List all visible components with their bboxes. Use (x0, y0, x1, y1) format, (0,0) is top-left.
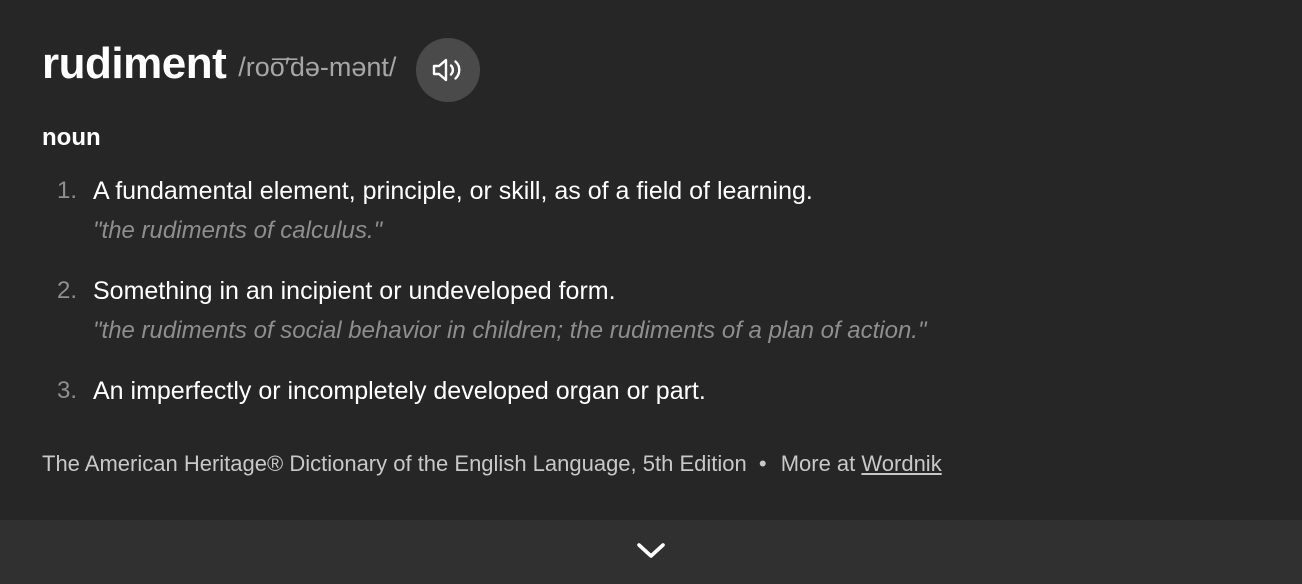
source-dictionary: The American Heritage® Dictionary of the… (42, 451, 747, 476)
headword: rudiment (42, 39, 227, 88)
definition-example: "the rudiments of calculus." (93, 217, 383, 244)
definition-number: 3. (57, 377, 78, 404)
speaker-icon (431, 55, 465, 85)
definition-body: Something in an incipient or undeveloped… (93, 274, 1192, 374)
definition-number: 1. (57, 177, 78, 204)
definition-body: A fundamental element, principle, or ski… (93, 174, 1192, 274)
wordnik-link[interactable]: Wordnik (861, 451, 941, 476)
pronunciation: /roo͞′də-mənt/ (238, 51, 397, 82)
definition-body: An imperfectly or incompletely developed… (93, 374, 1192, 408)
definition-text: A fundamental element, principle, or ski… (93, 177, 813, 205)
source-attribution: The American Heritage® Dictionary of the… (42, 448, 942, 480)
dictionary-card: rudiment /roo͞′də-mənt/ noun 1. A fundam… (0, 0, 1302, 584)
definition-item: 2. Something in an incipient or undevelo… (42, 274, 1192, 374)
definition-list: 1. A fundamental element, principle, or … (42, 174, 1192, 426)
definition-item: 1. A fundamental element, principle, or … (42, 174, 1192, 274)
more-at-label: More at (780, 451, 856, 476)
definition-text: Something in an incipient or undeveloped… (93, 277, 616, 305)
source-separator: • (758, 451, 767, 476)
definition-example: "the rudiments of social behavior in chi… (93, 317, 927, 344)
expand-bar[interactable] (0, 520, 1302, 584)
definition-number: 2. (57, 277, 78, 304)
part-of-speech: noun (42, 124, 101, 151)
definition-text: An imperfectly or incompletely developed… (93, 377, 706, 405)
definition-item: 3. An imperfectly or incompletely develo… (42, 374, 1192, 408)
play-audio-button[interactable] (416, 38, 481, 102)
chevron-down-icon (635, 540, 667, 565)
headword-row: rudiment /roo͞′də-mənt/ (42, 38, 481, 102)
